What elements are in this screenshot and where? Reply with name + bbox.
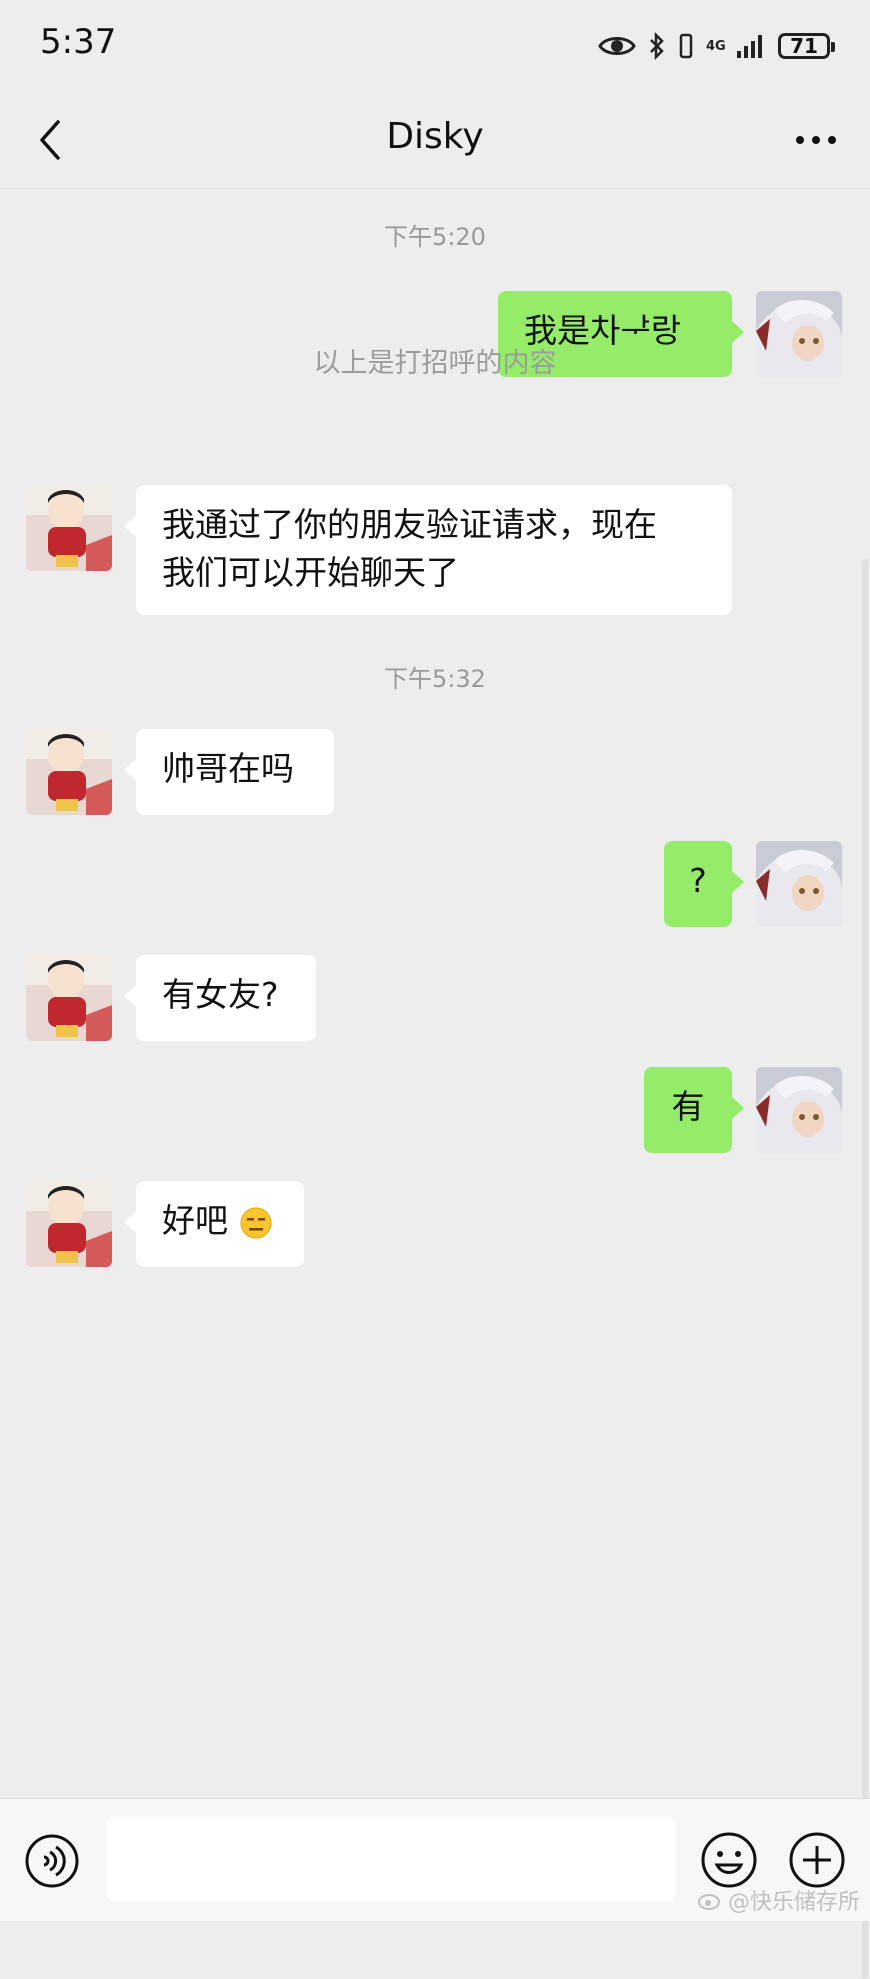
outgoing-message[interactable]: ?: [664, 841, 744, 927]
emoji-icon: [701, 1832, 757, 1888]
message-text: ?: [689, 861, 707, 900]
more-icon: [796, 136, 836, 144]
network-type: 4G: [706, 38, 726, 54]
status-time: 5:37: [40, 22, 117, 62]
message-text: 有女友?: [162, 975, 279, 1014]
message-text: 好吧: [162, 1201, 228, 1240]
battery-icon: 71: [778, 33, 835, 59]
chat-header: Disky: [0, 92, 870, 189]
scrollbar[interactable]: [862, 559, 868, 1979]
incoming-message[interactable]: 好吧: [124, 1181, 304, 1267]
outgoing-message[interactable]: 有: [644, 1067, 744, 1153]
voice-icon: [25, 1834, 79, 1888]
chat-area[interactable]: 下午5:20 我是차ᅷ랑 以上是打招呼的内容 我通过了你的朋友验证请求，现在 我…: [0, 189, 870, 1979]
incoming-message[interactable]: 帅哥在吗: [124, 729, 334, 815]
weibo-icon: [697, 1894, 720, 1910]
more-functions-button[interactable]: [788, 1831, 846, 1889]
incoming-message[interactable]: 有女友?: [124, 955, 316, 1041]
eye-icon: [598, 33, 636, 59]
contact-avatar[interactable]: [26, 955, 112, 1041]
message-text: 帅哥在吗: [162, 749, 294, 788]
message-text-line: 我们可以开始聊天了: [162, 553, 459, 592]
message-text-line: 我通过了你的朋友验证请求，现在: [162, 505, 657, 544]
more-button[interactable]: [784, 110, 848, 170]
status-icons: 4G 71: [598, 24, 835, 68]
system-notice: 以上是打招呼的内容: [313, 348, 557, 379]
my-avatar[interactable]: [756, 1067, 842, 1153]
contact-avatar[interactable]: [26, 729, 112, 815]
chat-title: Disky: [386, 116, 484, 157]
my-avatar[interactable]: [756, 841, 842, 927]
plus-icon: [789, 1832, 845, 1888]
message-text: 有: [671, 1087, 705, 1126]
incoming-message[interactable]: 我通过了你的朋友验证请求，现在 我们可以开始聊天了: [124, 485, 732, 615]
watermark-text: @快乐储存所: [727, 1890, 860, 1915]
contact-avatar[interactable]: [26, 1181, 112, 1267]
timestamp: 下午5:20: [384, 223, 486, 251]
emoji-button[interactable]: [700, 1831, 758, 1889]
vibrate-icon: [678, 33, 694, 59]
expressionless-emoji-icon: [240, 1207, 271, 1238]
bluetooth-icon: [648, 32, 666, 60]
voice-button[interactable]: [24, 1833, 80, 1889]
timestamp: 下午5:32: [384, 665, 486, 693]
watermark: @快乐储存所: [697, 1884, 860, 1916]
message-input[interactable]: [106, 1817, 676, 1901]
contact-avatar[interactable]: [26, 485, 112, 571]
signal-icon: [736, 33, 766, 59]
status-bar: 5:37 4G 71: [0, 0, 870, 92]
battery-level: 71: [790, 34, 818, 58]
